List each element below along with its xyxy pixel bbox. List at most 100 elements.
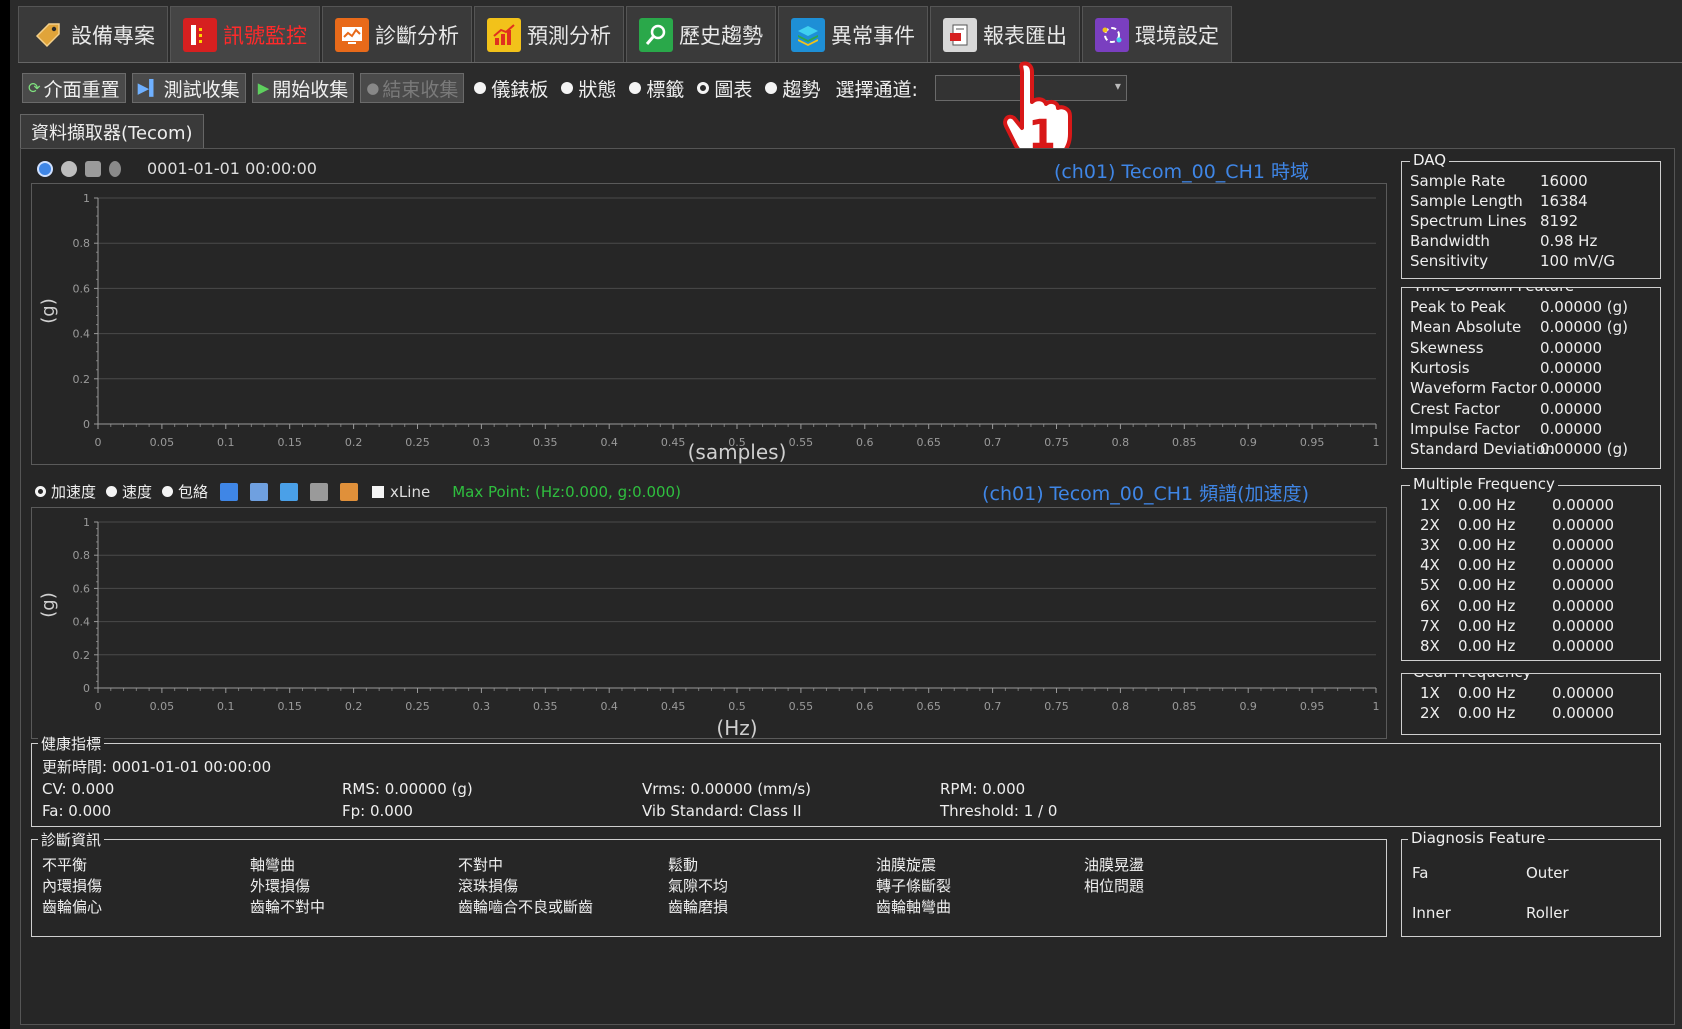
- tab-label: 診斷分析: [375, 23, 459, 48]
- freq-radio-acceleration[interactable]: 加速度: [35, 481, 96, 502]
- view-radio-chart[interactable]: 圖表: [697, 75, 752, 102]
- x-tick-label: 0.35: [533, 700, 558, 713]
- health-metric: Fa: 0.000: [42, 802, 112, 820]
- diagnosis-item: 油膜晃盪: [1084, 856, 1145, 874]
- test-collect-button[interactable]: ▶▍ 測試收集: [131, 73, 246, 103]
- tab-label: 報表匯出: [983, 23, 1067, 48]
- data-acquirer-panel: 0001-01-01 00:00:00 (ch01) Tecom_00_CH1 …: [20, 148, 1675, 1025]
- time-feature-value: 0.00000 (g): [1540, 440, 1629, 459]
- prediction-chart-icon: [487, 17, 521, 52]
- x-tick-label: 0.2: [345, 700, 363, 713]
- grid-icon[interactable]: [280, 482, 299, 501]
- multi-freq-group-title: Multiple Frequency: [1410, 475, 1558, 493]
- tab-equipment-project[interactable]: 設備專案: [18, 6, 168, 62]
- start-collect-button[interactable]: ▶ 開始收集: [251, 73, 355, 103]
- export-icon[interactable]: [85, 160, 101, 177]
- bar-chart-icon[interactable]: [220, 482, 239, 501]
- freq-chart-svg: 0 0.2 0.4 0.6 0.8 1 0 0.05 0.1 0.15 0.2 0.25 0.3 0.35…: [38, 516, 1380, 738]
- tab-history-trend[interactable]: 歷史趨勢: [626, 6, 776, 62]
- view-radio-tags[interactable]: 標籤: [629, 75, 684, 102]
- diagnosis-feature-item: Inner: [1412, 904, 1451, 922]
- health-metric: Threshold: 1 / 0: [940, 802, 1058, 820]
- multi-freq-value: 0.00000: [1552, 616, 1615, 635]
- diagnosis-group-title: 診斷資訊: [38, 829, 105, 850]
- diagnosis-item: 氣隙不均: [668, 877, 729, 895]
- diagnosis-item: 轉子條斷裂: [876, 877, 952, 895]
- view-radio-dashboard[interactable]: 儀錶板: [474, 75, 548, 102]
- daq-value: 100 mV/G: [1540, 252, 1615, 270]
- stop-collect-button[interactable]: ● 結束收集: [360, 73, 465, 103]
- freq-radio-velocity[interactable]: 速度: [106, 481, 152, 502]
- daq-key: Sample Length: [1410, 192, 1523, 210]
- time-feature-key: Impulse Factor: [1410, 419, 1520, 438]
- radio-label: 包絡: [178, 483, 209, 501]
- diagnosis-item: 齒輪軸彎曲: [876, 898, 952, 916]
- tab-anomaly-events[interactable]: 異常事件: [778, 6, 928, 62]
- tab-label: 異常事件: [831, 23, 915, 48]
- record-icon[interactable]: [61, 160, 77, 177]
- zoom-chart-icon[interactable]: [250, 482, 269, 501]
- tab-data-acquirer[interactable]: 資料擷取器(Tecom): [20, 114, 204, 148]
- multi-freq-value: 0.00000: [1552, 496, 1615, 514]
- time-feature-value: 0.00000: [1540, 379, 1603, 398]
- xline-checkbox[interactable]: [372, 485, 385, 498]
- diagnosis-item: 軸彎曲: [250, 856, 296, 874]
- x-tick-label: 1: [1373, 436, 1380, 449]
- gear-freq-value: 0.00000: [1552, 704, 1615, 722]
- diagnosis-item: 鬆動: [668, 856, 699, 874]
- x-tick-label: 0.1: [217, 436, 235, 449]
- multi-freq-value: 0.00000: [1552, 596, 1615, 615]
- info-icon[interactable]: [37, 160, 53, 177]
- signal-monitor-icon: [183, 17, 217, 52]
- tab-prediction-analysis[interactable]: 預測分析: [474, 6, 624, 62]
- x-tick-label: 0.95: [1300, 436, 1325, 449]
- tab-signal-monitor[interactable]: 訊號監控: [170, 6, 320, 62]
- health-metric: Vrms: 0.00000 (mm/s): [642, 780, 812, 798]
- multi-freq-hz: 0.00 Hz: [1458, 556, 1516, 575]
- radio-label: 圖表: [714, 78, 753, 101]
- health-update-time: 更新時間: 0001-01-01 00:00:00: [42, 758, 272, 776]
- daq-group-title: DAQ: [1410, 151, 1450, 169]
- view-radio-status[interactable]: 狀態: [561, 75, 616, 102]
- radio-dot-checked: [697, 82, 710, 94]
- radio-dot: [474, 82, 487, 94]
- radio-label: 儀錶板: [491, 78, 549, 101]
- radio-label: 標籤: [646, 78, 685, 101]
- diagnosis-item: 外環損傷: [250, 877, 311, 895]
- time-chart[interactable]: 0 0.2 0.4 0.6 0.8 1 0 0.05 0.1 0.15 0.2 0.25 0.3 0.35…: [31, 183, 1387, 465]
- x-tick-label: 0.05: [150, 436, 175, 449]
- view-radio-trend[interactable]: 趨勢: [765, 75, 820, 102]
- x-tick-label: 0.75: [1044, 436, 1069, 449]
- chevron-down-icon: ▾: [1114, 79, 1121, 93]
- y-tick-label: 0.6: [73, 582, 91, 595]
- filter-icon[interactable]: [310, 482, 329, 501]
- x-tick-label: 0.7: [984, 436, 1002, 449]
- line-chart-icon[interactable]: [340, 482, 359, 501]
- time-feature-value: 0.00000: [1540, 338, 1603, 357]
- x-tick-label: 0.25: [405, 436, 430, 449]
- tab-diagnosis-analysis[interactable]: 診斷分析: [322, 6, 472, 62]
- y-tick-label: 0: [83, 418, 90, 431]
- channel-select-label: 選擇通道:: [835, 78, 918, 101]
- x-tick-label: 0.75: [1044, 700, 1069, 713]
- report-export-icon: [943, 17, 977, 52]
- daq-value: 16000: [1540, 172, 1588, 190]
- lock-icon[interactable]: [109, 160, 121, 177]
- x-tick-label: 0.8: [1112, 436, 1130, 449]
- time-feature-key: Mean Absolute: [1410, 318, 1522, 337]
- radio-dot: [765, 82, 778, 94]
- button-label: 結束收集: [382, 78, 459, 101]
- freq-radio-envelope[interactable]: 包絡: [162, 481, 208, 502]
- tab-environment-settings[interactable]: 環境設定: [1082, 6, 1232, 62]
- time-chart-timestamp: 0001-01-01 00:00:00: [147, 159, 317, 178]
- time-feature-value: 0.00000: [1540, 399, 1603, 418]
- multi-freq-value: 0.00000: [1552, 556, 1615, 575]
- tab-report-export[interactable]: 報表匯出: [930, 6, 1080, 62]
- reset-layout-button[interactable]: ⟳ 介面重置: [22, 73, 126, 103]
- stop-icon: ●: [366, 79, 380, 97]
- x-tick-label: 0.25: [405, 700, 430, 713]
- diagnosis-item: 滾珠損傷: [458, 877, 519, 895]
- time-feature-key: Crest Factor: [1410, 399, 1500, 418]
- multi-freq-hz: 0.00 Hz: [1458, 616, 1516, 635]
- freq-chart[interactable]: 0 0.2 0.4 0.6 0.8 1 0 0.05 0.1 0.15 0.2 0.25 0.3 0.35…: [31, 507, 1387, 739]
